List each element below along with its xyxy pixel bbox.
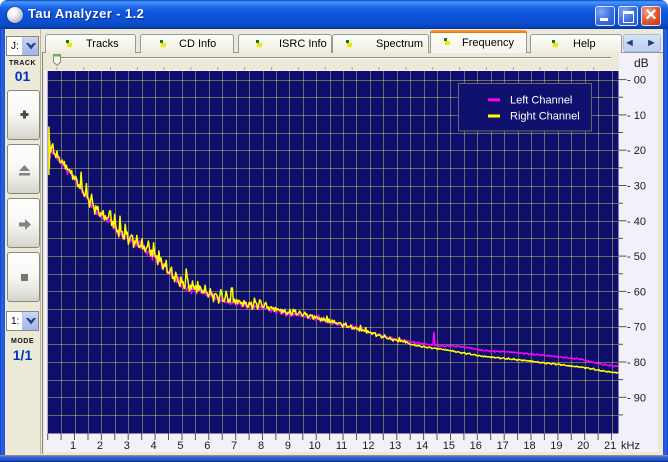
svg-text:Left Channel: Left Channel [510,95,572,107]
svg-text:19: 19 [550,440,562,452]
svg-text:14: 14 [416,440,428,452]
svg-text:- 40: - 40 [627,216,646,228]
svg-text:18: 18 [523,440,535,452]
svg-text:5: 5 [177,440,183,452]
svg-text:8: 8 [258,440,264,452]
svg-text:4: 4 [151,440,157,452]
svg-text:20: 20 [577,440,589,452]
svg-text:9: 9 [285,440,291,452]
svg-text:- 20: - 20 [627,145,646,157]
svg-text:kHz: kHz [621,440,640,452]
svg-text:2: 2 [97,440,103,452]
svg-text:7: 7 [231,440,237,452]
svg-text:1: 1 [70,440,76,452]
svg-text:13: 13 [389,440,401,452]
svg-text:Right Channel: Right Channel [510,111,580,123]
svg-text:16: 16 [470,440,482,452]
svg-text:- 80: - 80 [627,357,646,369]
svg-text:- 00: - 00 [627,75,646,87]
svg-text:- 30: - 30 [627,181,646,193]
svg-text:15: 15 [443,440,455,452]
svg-text:10: 10 [309,440,321,452]
svg-text:dB: dB [634,56,649,70]
svg-text:11: 11 [336,440,347,452]
svg-text:- 60: - 60 [627,286,646,298]
svg-text:6: 6 [204,440,210,452]
svg-text:3: 3 [124,440,130,452]
svg-text:17: 17 [497,440,509,452]
svg-text:21: 21 [604,440,616,452]
svg-text:- 50: - 50 [627,251,646,263]
svg-text:- 70: - 70 [627,322,646,334]
svg-text:- 10: - 10 [627,110,646,122]
svg-text:12: 12 [362,440,374,452]
svg-text:- 90: - 90 [627,392,646,404]
